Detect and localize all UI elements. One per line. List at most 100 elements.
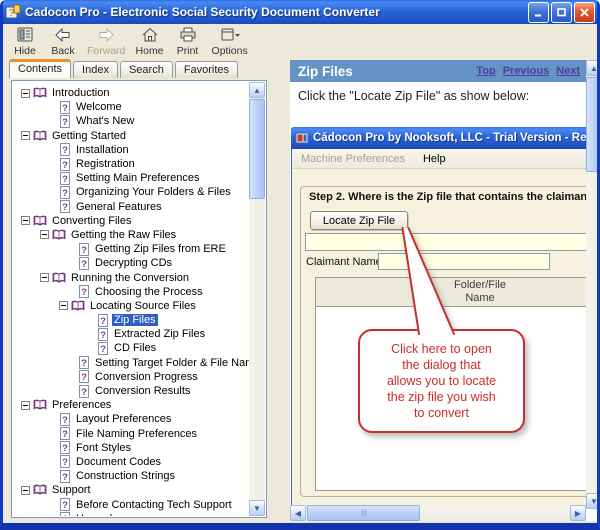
collapse-expander-icon[interactable] <box>21 131 30 140</box>
collapse-expander-icon[interactable] <box>21 89 30 98</box>
tree-item[interactable]: ? Support <box>13 483 249 497</box>
tree-item[interactable]: ? Getting Zip Files from ERE <box>13 242 249 256</box>
help-page-icon: ? <box>78 370 90 383</box>
tree-item[interactable]: ? Construction Strings <box>13 469 249 483</box>
scrollbar-thumb[interactable] <box>586 77 600 172</box>
help-page-icon: ? <box>78 257 90 270</box>
tree-item[interactable]: ? Converting Files <box>13 214 249 228</box>
scroll-up-icon[interactable]: ▲ <box>586 60 600 76</box>
tree-item[interactable]: ? Decrypting CDs <box>13 256 249 270</box>
top-link[interactable]: Top <box>476 65 495 77</box>
locate-zip-file-button: Locate Zip File <box>310 211 408 230</box>
svg-text:?: ? <box>81 387 87 398</box>
tree-item[interactable]: ? Choosing the Process <box>13 285 249 299</box>
tree-item-label: Construction Strings <box>74 470 177 482</box>
tree-item-label: Converting Files <box>50 215 133 227</box>
tree-item[interactable]: ? Getting the Raw Files <box>13 228 249 242</box>
home-button[interactable]: Home <box>132 25 168 58</box>
tab-favorites[interactable]: Favorites <box>175 61 238 78</box>
tree-item[interactable]: ? Font Styles <box>13 441 249 455</box>
topic-vertical-scrollbar[interactable]: ▲ ▼ <box>586 60 600 509</box>
svg-text:?: ? <box>100 316 106 327</box>
forward-button[interactable]: Forward <box>83 25 130 58</box>
collapse-expander-icon[interactable] <box>40 230 49 239</box>
tree-item-label: Extracted Zip Files <box>112 328 207 340</box>
step2-label: Step 2. Where is the Zip file that conta… <box>309 191 586 203</box>
tree-item[interactable]: ? Preferences <box>13 398 249 412</box>
tree-item[interactable]: ? Conversion Results <box>13 384 249 398</box>
tree-item[interactable]: ? Installation <box>13 143 249 157</box>
collapse-expander-icon[interactable] <box>21 401 30 410</box>
back-button[interactable]: Back <box>45 25 81 58</box>
tree-item[interactable]: ? Zip Files <box>13 313 249 327</box>
collapse-expander-icon[interactable] <box>59 301 68 310</box>
screenshot-app-window: Cādocon Pro by Nooksoft, LLC - Trial Ver… <box>291 128 586 505</box>
previous-link[interactable]: Previous <box>503 65 549 77</box>
navigation-tabs: Contents Index Search Favorites <box>9 59 240 78</box>
tab-search[interactable]: Search <box>120 61 173 78</box>
print-button[interactable]: Print <box>170 25 206 58</box>
tab-index[interactable]: Index <box>73 61 118 78</box>
close-button[interactable] <box>574 2 595 23</box>
cadocon-app-icon <box>295 131 309 145</box>
tree-item[interactable]: ? Welcome <box>13 100 249 114</box>
tree-item[interactable]: ? Before Contacting Tech Support <box>13 497 249 511</box>
svg-text:?: ? <box>62 145 68 156</box>
tree-item[interactable]: ? General Features <box>13 200 249 214</box>
forward-label: Forward <box>87 45 126 57</box>
collapse-expander-icon[interactable] <box>21 486 30 495</box>
hide-button[interactable]: Hide <box>7 25 43 58</box>
scrollbar-thumb[interactable] <box>249 99 265 199</box>
tree-item[interactable]: ? Setting Target Folder & File Name <box>13 356 249 370</box>
print-label: Print <box>177 45 199 57</box>
tree-item[interactable]: ? Extracted Zip Files <box>13 327 249 341</box>
svg-text:?: ? <box>81 245 87 256</box>
tree-item[interactable]: ? Introduction <box>13 86 249 100</box>
scroll-down-icon[interactable]: ▼ <box>586 493 600 509</box>
maximize-button[interactable] <box>551 2 572 23</box>
help-page-icon: ? <box>59 498 71 511</box>
help-page-icon: ? <box>97 314 109 327</box>
tree-item-label: Getting the Raw Files <box>69 229 178 241</box>
minimize-button[interactable] <box>528 2 549 23</box>
next-link[interactable]: Next <box>556 65 580 77</box>
scroll-right-icon[interactable]: ▶ <box>570 505 586 521</box>
collapse-expander-icon[interactable] <box>40 273 49 282</box>
scroll-left-icon[interactable]: ◀ <box>290 505 306 521</box>
tab-contents[interactable]: Contents <box>9 59 71 78</box>
tree-item[interactable]: ? CD Files <box>13 341 249 355</box>
collapse-expander-icon[interactable] <box>21 216 30 225</box>
scroll-down-icon[interactable]: ▼ <box>249 500 265 516</box>
tree-item[interactable]: ? Setting Main Preferences <box>13 171 249 185</box>
help-viewer-window: ? Cadocon Pro - Electronic Social Securi… <box>0 0 600 530</box>
tree-item-label: Decrypting CDs <box>93 257 174 269</box>
tree-item[interactable]: ? Getting Started <box>13 129 249 143</box>
contents-scrollbar[interactable]: ▲ ▼ <box>249 82 265 516</box>
tree-item[interactable]: ? Registration <box>13 157 249 171</box>
claimant-name-field <box>378 253 550 270</box>
options-button[interactable]: Options <box>208 25 252 58</box>
tree-item[interactable]: ? Layout Preferences <box>13 412 249 426</box>
scroll-up-icon[interactable]: ▲ <box>249 82 265 98</box>
screenshot-title-bar: Cādocon Pro by Nooksoft, LLC - Trial Ver… <box>291 127 586 149</box>
tree-item[interactable]: ? Upgrades <box>13 512 249 516</box>
topic-horizontal-scrollbar[interactable]: ◀ ▶ <box>290 505 586 521</box>
tree-item[interactable]: ? Locating Source Files <box>13 299 249 313</box>
tree-item-label: Registration <box>74 158 137 170</box>
tree-item[interactable]: ? Document Codes <box>13 455 249 469</box>
tree-item[interactable]: ? Running the Conversion <box>13 270 249 284</box>
tree-item[interactable]: ? What's New <box>13 114 249 128</box>
tree-item[interactable]: ? Conversion Progress <box>13 370 249 384</box>
help-page-icon: ? <box>59 158 71 171</box>
back-label: Back <box>51 45 74 57</box>
tree-item-label: Running the Conversion <box>69 272 191 284</box>
svg-text:?: ? <box>62 202 68 213</box>
tree-item[interactable]: ? Organizing Your Folders & Files <box>13 185 249 199</box>
scrollbar-thumb[interactable] <box>307 505 420 521</box>
svg-text:?: ? <box>62 160 68 171</box>
svg-text:?: ? <box>62 443 68 454</box>
topic-body: Click the "Locate Zip File" as show belo… <box>290 82 586 505</box>
tree-item[interactable]: ? File Naming Preferences <box>13 427 249 441</box>
svg-text:?: ? <box>62 500 68 511</box>
book-icon <box>33 399 47 411</box>
